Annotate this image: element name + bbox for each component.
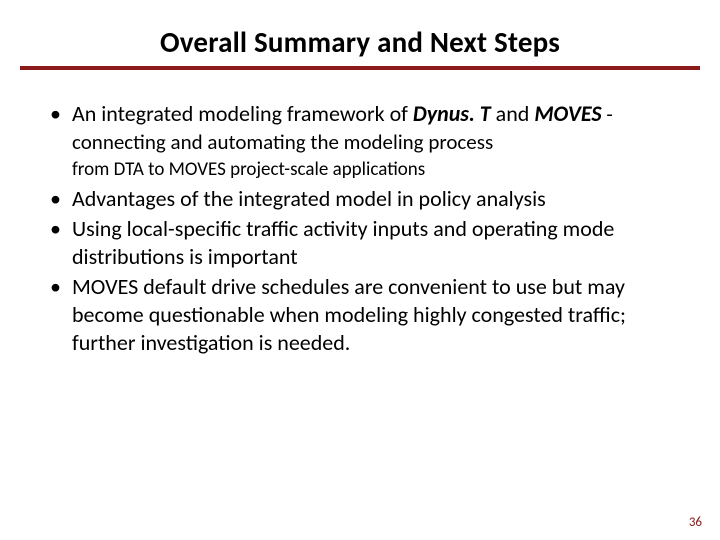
bullet-4-text: MOVES default drive schedules are conven…	[72, 273, 626, 356]
bullet-1: An integrated modeling framework of Dynu…	[48, 100, 680, 183]
content-area: An integrated modeling framework of Dynu…	[20, 76, 700, 358]
title-block: Overall Summary and Next Steps	[20, 16, 700, 76]
bullet-2-text: Advantages of the integrated model in po…	[72, 185, 546, 212]
bullet-1-bolditalic-2: MOVES	[534, 100, 601, 127]
bullet-1-text-mid: and	[491, 100, 535, 127]
bullet-1-sub2: from DTA to MOVES project-scale applicat…	[72, 156, 680, 182]
bullet-list: An integrated modeling framework of Dynu…	[48, 100, 680, 358]
slide: Overall Summary and Next Steps An integr…	[0, 0, 720, 540]
bullet-1-bolditalic-1: Dynus. T	[413, 100, 491, 127]
bullet-3: Using local-specific traffic activity in…	[48, 215, 680, 271]
page-title: Overall Summary and Next Steps	[20, 24, 700, 60]
page-number: 36	[689, 515, 702, 530]
bullet-2: Advantages of the integrated model in po…	[48, 185, 680, 213]
bullet-3-text: Using local-specific traffic activity in…	[72, 215, 614, 270]
title-underline	[20, 66, 700, 70]
bullet-1-text-pre: An integrated modeling framework of	[72, 100, 413, 127]
bullet-4: MOVES default drive schedules are conven…	[48, 273, 680, 357]
